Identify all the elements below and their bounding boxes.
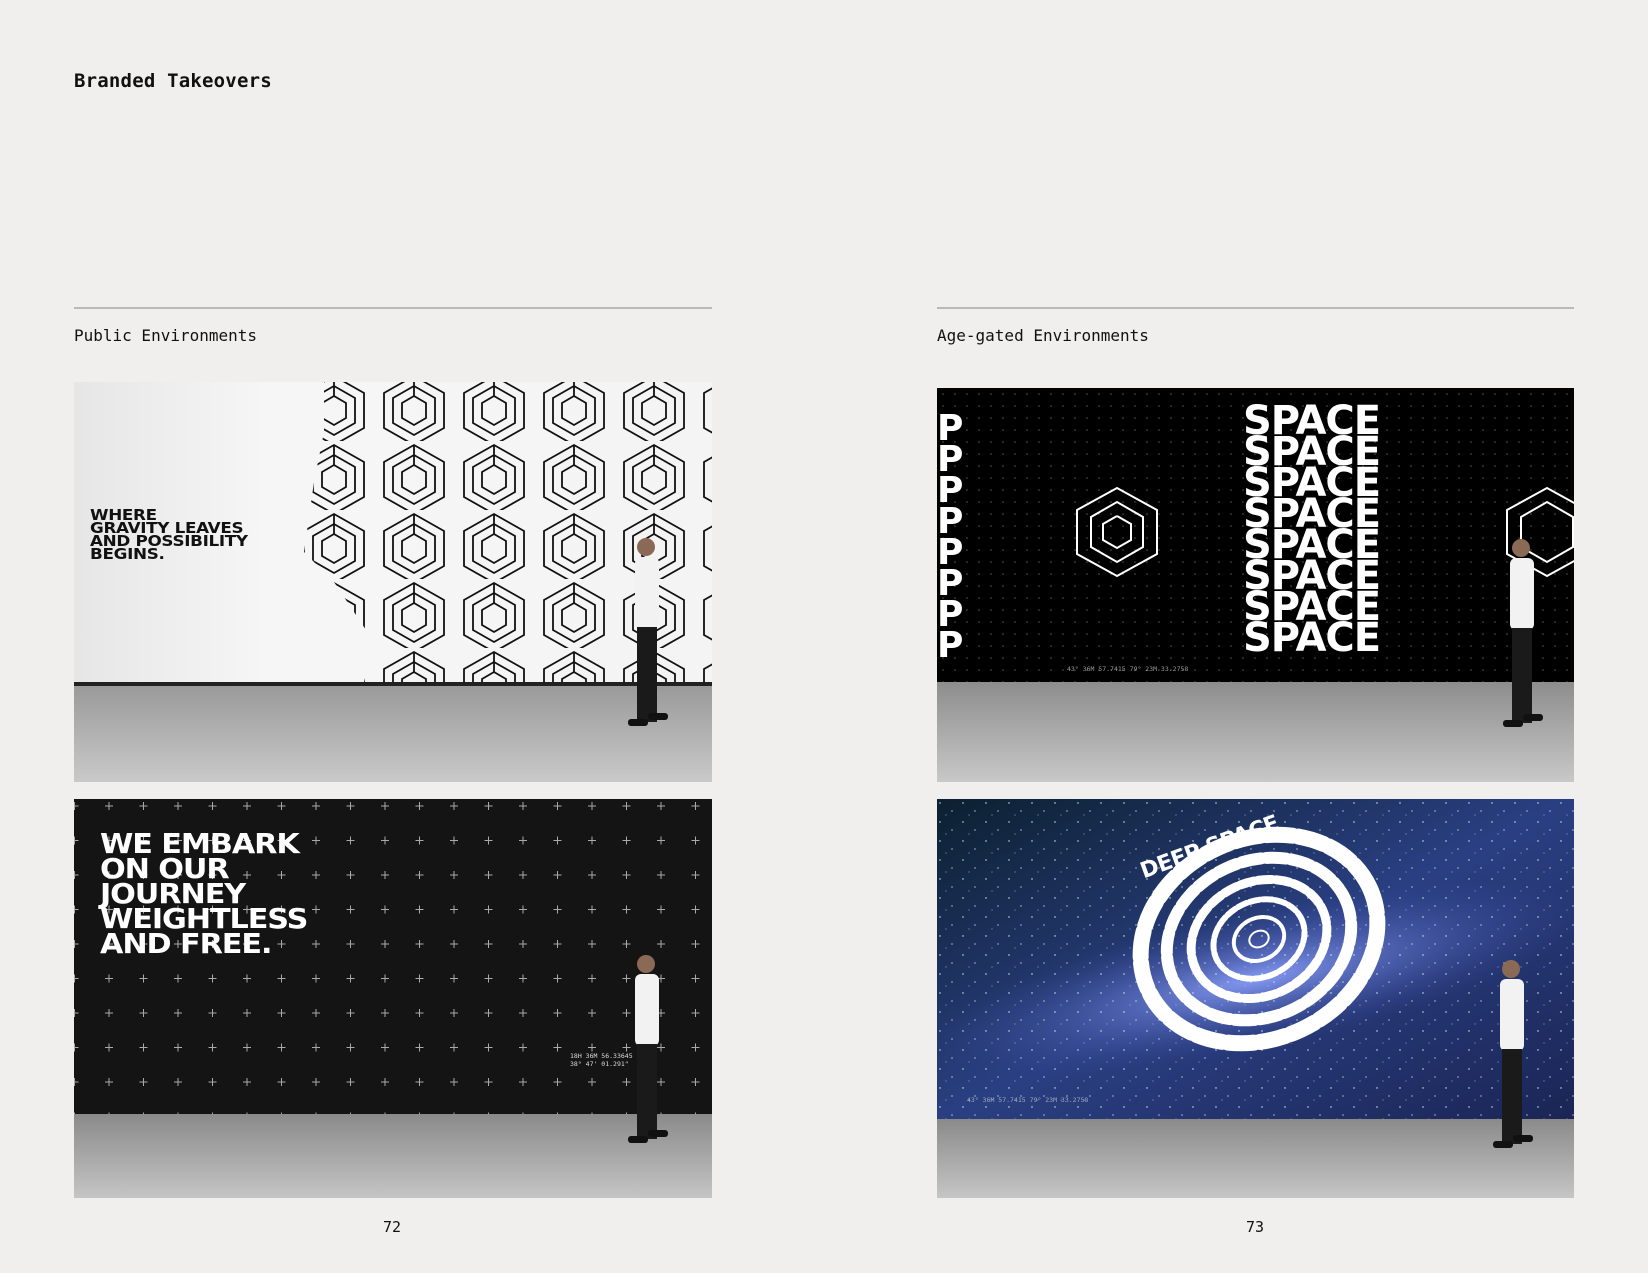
page-number-right: 73	[1245, 1218, 1265, 1236]
space-word: SPACE	[1243, 615, 1381, 661]
wall-headline: WHERE GRAVITY LEAVES AND POSSIBILITY BEG…	[90, 506, 248, 563]
coordinates-label: 43° 36M 57.7415 79° 23M 33.2758	[967, 1096, 1089, 1104]
mockup-image-gravity: WHERE GRAVITY LEAVES AND POSSIBILITY BEG…	[74, 382, 712, 782]
page-number-left: 72	[382, 1218, 402, 1236]
section-divider-public	[74, 307, 712, 309]
space-word-stack: SPACE SPACE SPACE SPACE SPACE SPACE SPAC…	[1243, 401, 1433, 661]
section-divider-age-gated	[937, 307, 1574, 309]
coordinates-label: 18H 36M 56.33645 38° 47' 01.291"	[570, 1052, 633, 1068]
mockup-image-journey: WE EMBARK ON OUR JOURNEY WEIGHTLESS AND …	[74, 799, 712, 1198]
wall-headline: WE EMBARK ON OUR JOURNEY WEIGHTLESS AND …	[100, 827, 308, 960]
mockup-image-deep-space: DEEP SPACE 43° 36M 57.7415 79° 23M 33.27…	[937, 799, 1574, 1198]
svg-text:P: P	[937, 625, 963, 666]
mockup-image-space: P P P P P P P P SPACE SPACE SPACE SPACE …	[937, 388, 1574, 782]
page-title: Branded Takeovers	[74, 70, 272, 92]
section-label-public: Public Environments	[74, 326, 258, 345]
section-label-age-gated: Age-gated Environments	[937, 326, 1149, 345]
coordinates-label: 43° 36M 57.7415 79° 23M 33.2758	[1067, 665, 1189, 673]
